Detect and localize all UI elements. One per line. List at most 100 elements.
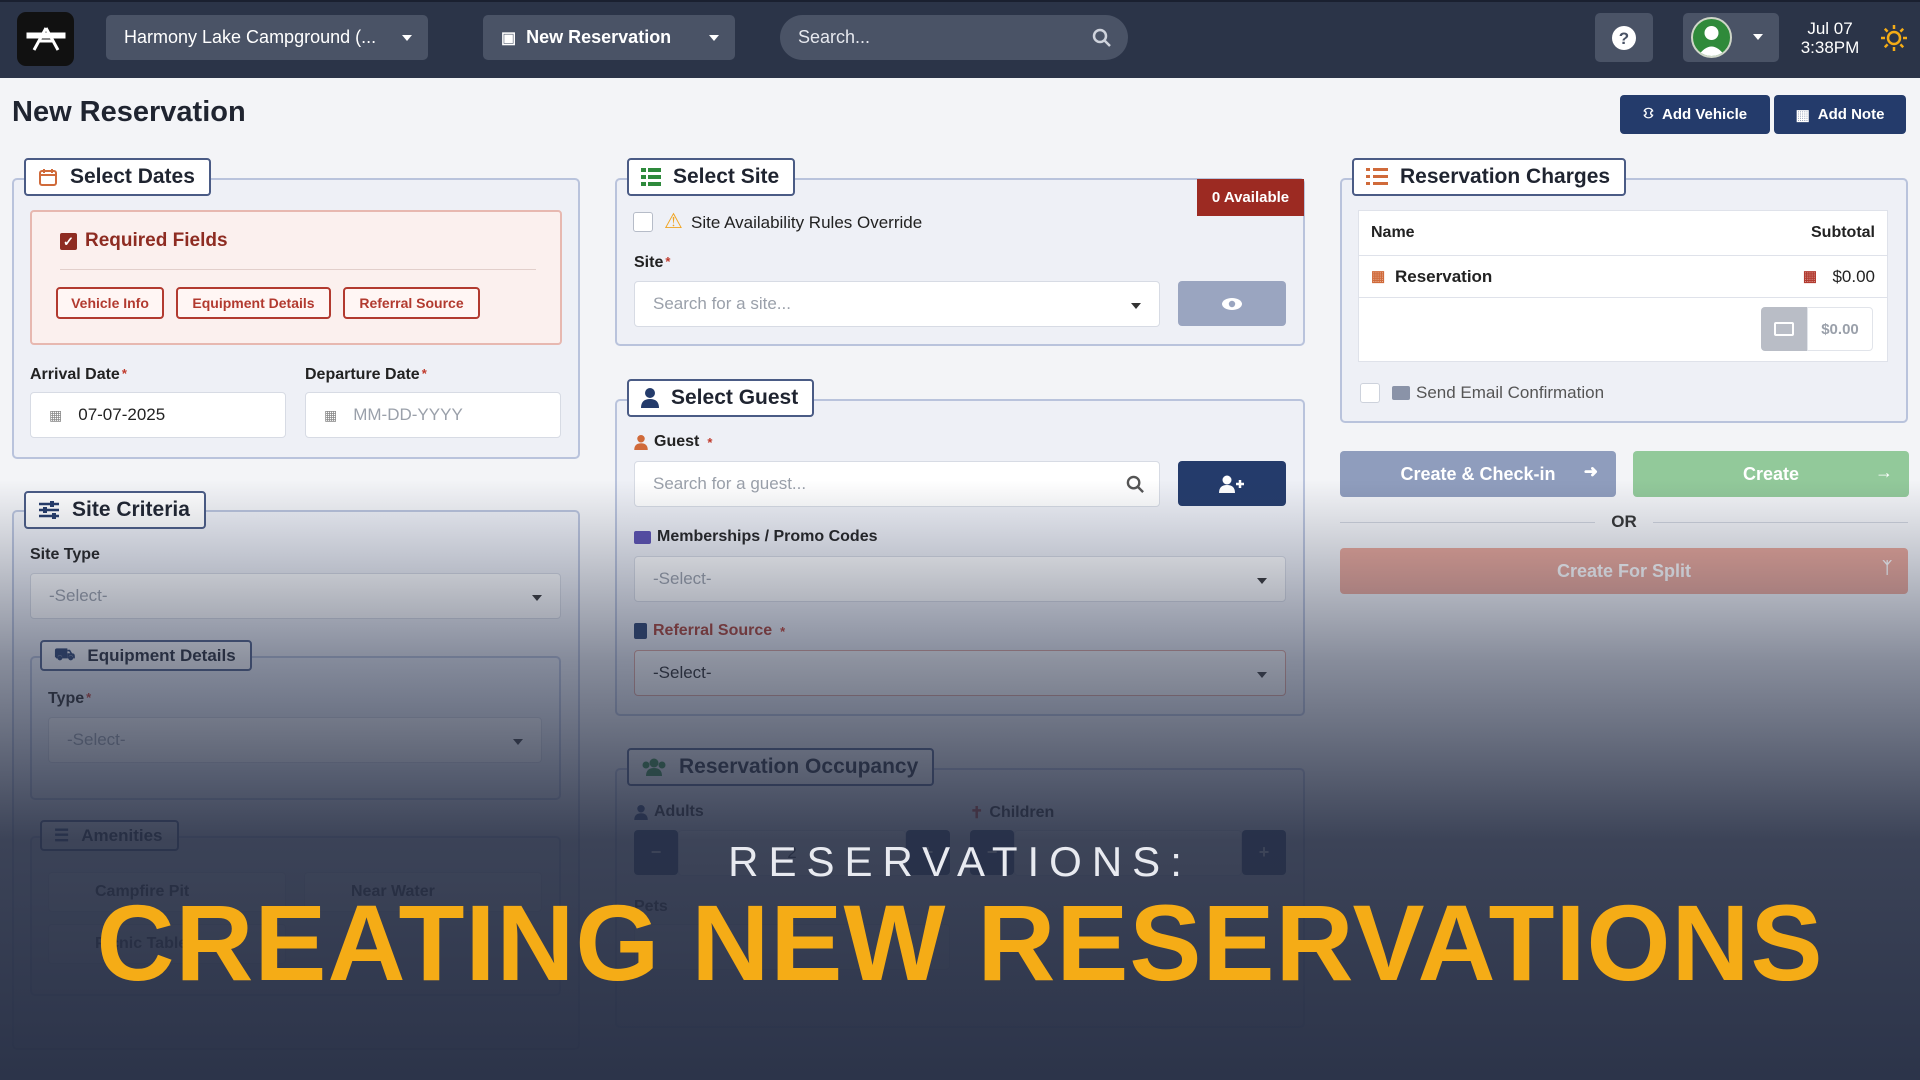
select-guest-legend: Select Guest — [627, 379, 815, 417]
app-logo-icon[interactable] — [17, 12, 74, 66]
charges-row-reservation: ▦ Reservation ▦ $0.00 — [1359, 256, 1887, 298]
available-badge: 0 Available — [1197, 179, 1304, 216]
arrival-date-input[interactable]: ▦ 07-07-2025 — [30, 392, 286, 438]
charges-header-row: Name Subtotal — [1359, 211, 1887, 256]
calendar-icon: ▦ — [1371, 268, 1386, 285]
code-branch-icon: ᛉ — [1882, 560, 1892, 577]
credit-card-icon — [1774, 322, 1794, 336]
memberships-label: Memberships / Promo Codes — [634, 528, 878, 546]
create-checkin-button[interactable]: Create & Check-in ➜ — [1340, 451, 1616, 497]
add-vehicle-button[interactable]: ⛻ Add Vehicle — [1620, 95, 1770, 134]
user-icon — [634, 804, 648, 820]
or-label: OR — [1595, 512, 1653, 532]
referral-source-select[interactable]: -Select- — [634, 650, 1286, 696]
referral-source-value: -Select- — [653, 663, 712, 682]
payment-card-button[interactable] — [1761, 307, 1807, 351]
current-time: 3:38PM — [1800, 38, 1860, 57]
search-icon — [1092, 28, 1111, 47]
arrival-date-label-text: Arrival Date — [30, 366, 120, 383]
user-menu[interactable] — [1683, 13, 1779, 62]
tag-equipment-details[interactable]: Equipment Details — [176, 287, 331, 319]
total-value: $0.00 — [1807, 307, 1873, 351]
sliders-icon — [39, 501, 59, 519]
id-card-icon — [634, 530, 651, 544]
select-site-title: Select Site — [673, 165, 780, 188]
equipment-type-select[interactable]: -Select- — [48, 717, 542, 763]
create-label: Create — [1742, 463, 1800, 484]
override-label: Site Availability Rules Override — [691, 213, 923, 232]
search-placeholder: Search... — [798, 27, 871, 47]
envelope-icon — [1392, 386, 1410, 400]
chevron-down-icon — [402, 35, 412, 41]
user-icon — [634, 434, 648, 450]
chevron-down-icon — [513, 739, 523, 745]
site-search-select[interactable]: Search for a site... — [634, 281, 1160, 327]
departure-date-label: Departure Date * — [305, 366, 427, 383]
equipment-type-value: -Select- — [67, 730, 126, 749]
col-name: Name — [1371, 224, 1415, 241]
calendar-icon: ▦ — [324, 406, 338, 423]
adults-label: Adults — [634, 803, 704, 821]
arrow-right-icon: → — [1875, 462, 1893, 482]
chevron-down-icon — [1131, 303, 1141, 309]
view-site-button[interactable] — [1178, 281, 1286, 326]
create-for-split-label: Create For Split — [1556, 560, 1692, 581]
create-for-split-button[interactable]: Create For Split ᛉ — [1340, 548, 1908, 594]
calendar-plus-icon: ▣ — [501, 29, 517, 47]
site-type-select[interactable]: -Select- — [30, 573, 561, 619]
departure-date-input[interactable]: ▦ MM-DD-YYYY — [305, 392, 561, 438]
required-fields-title: Required Fields — [85, 230, 228, 251]
select-dates-legend: Select Dates — [24, 158, 211, 196]
avatar — [1691, 17, 1732, 58]
memberships-select[interactable]: -Select- — [634, 556, 1286, 602]
guest-label: Guest * — [634, 433, 712, 451]
equipment-type-label: Type * — [48, 690, 92, 707]
global-search-input[interactable]: Search... — [780, 15, 1128, 60]
new-reservation-menu[interactable]: ▣ New Reservation — [483, 15, 735, 60]
children-label-text: Children — [989, 804, 1055, 821]
occupancy-legend: Reservation Occupancy — [627, 748, 935, 786]
referral-source-label: Referral Source * — [634, 622, 785, 640]
calculator-icon[interactable]: ▦ — [1803, 267, 1817, 285]
guest-search-input[interactable]: Search for a guest... — [634, 461, 1160, 507]
rv-icon: ⛟ — [54, 644, 76, 664]
chevron-down-icon — [1753, 34, 1763, 40]
reservation-charges-legend: Reservation Charges — [1352, 158, 1627, 196]
tag-referral-source[interactable]: Referral Source — [343, 287, 480, 319]
children-label: ✝ Children — [970, 803, 1054, 823]
sun-icon[interactable] — [1880, 24, 1908, 52]
user-icon — [641, 388, 659, 408]
equipment-type-label-text: Type — [48, 690, 85, 707]
col-subtotal: Subtotal — [1811, 224, 1875, 241]
campground-selector[interactable]: Harmony Lake Campground (... — [106, 15, 428, 60]
send-email-checkbox[interactable] — [1360, 383, 1380, 403]
page-title: New Reservation — [12, 96, 246, 128]
sign-in-icon: ➜ — [1583, 462, 1598, 481]
current-date: Jul 07 — [1807, 19, 1853, 38]
create-button[interactable]: Create → — [1633, 451, 1909, 497]
add-vehicle-label: Add Vehicle — [1662, 106, 1748, 123]
overlay-subtitle: RESERVATIONS: — [728, 838, 1192, 885]
site-label: Site * — [634, 254, 671, 271]
book-icon — [634, 623, 647, 639]
site-criteria-legend: Site Criteria — [24, 491, 206, 529]
overlay-title: CREATING NEW RESERVATIONS — [96, 882, 1824, 1003]
top-navigation-bar: Harmony Lake Campground (... ▣ New Reser… — [0, 0, 1920, 78]
equipment-details-title: Equipment Details — [87, 645, 236, 665]
add-note-label: Add Note — [1817, 106, 1885, 123]
child-icon: ✝ — [970, 805, 984, 822]
tag-vehicle-info[interactable]: Vehicle Info — [56, 287, 164, 319]
override-checkbox[interactable] — [633, 212, 653, 232]
eye-icon — [1222, 297, 1242, 310]
chevron-down-icon — [1257, 578, 1267, 584]
arrival-date-value: 07-07-2025 — [78, 405, 166, 424]
chevron-down-icon — [709, 35, 719, 41]
users-icon — [642, 758, 666, 776]
add-guest-button[interactable] — [1178, 461, 1286, 506]
adults-label-text: Adults — [654, 803, 704, 820]
svg-text:?: ? — [1619, 29, 1629, 48]
site-type-value: -Select- — [49, 586, 108, 605]
help-button[interactable]: ? — [1595, 13, 1653, 62]
add-note-button[interactable]: ▦ Add Note — [1774, 95, 1906, 134]
departure-date-label-text: Departure Date — [305, 366, 420, 383]
